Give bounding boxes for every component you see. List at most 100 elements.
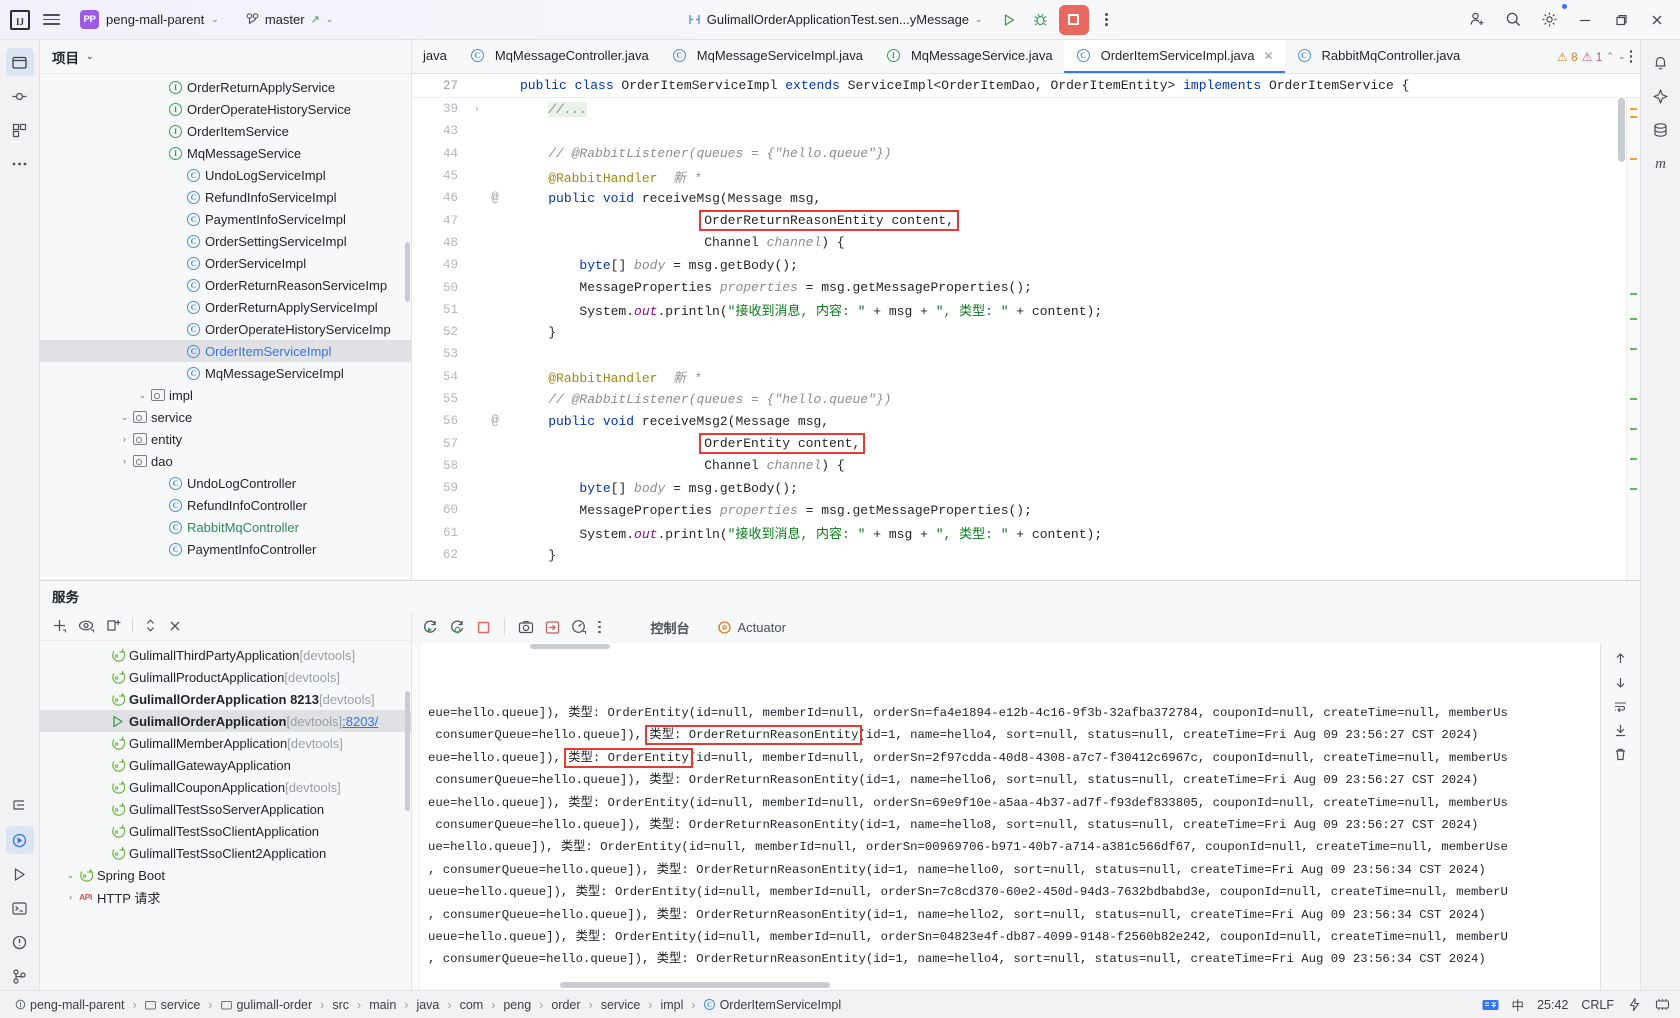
code-line[interactable]: 47 OrderReturnReasonEntity content, xyxy=(412,209,1626,232)
project-tree-item[interactable]: C OrderReturnReasonServiceImp xyxy=(40,274,411,296)
search-everywhere-button[interactable] xyxy=(1496,5,1530,35)
line-number[interactable]: 54 xyxy=(412,370,470,384)
project-tree-item[interactable]: C MqMessageServiceImpl xyxy=(40,362,411,384)
rail-problems-icon[interactable] xyxy=(6,928,34,956)
project-tree-item[interactable]: C UndoLogServiceImpl xyxy=(40,164,411,186)
project-tree-item[interactable]: C OrderOperateHistoryServiceImp xyxy=(40,318,411,340)
service-tree-item[interactable]: ⌄ Spring Boot xyxy=(40,864,411,886)
service-tree-item[interactable]: GulimallTestSsoClient2Application xyxy=(40,842,411,864)
line-number[interactable]: 62 xyxy=(412,548,470,562)
project-tree-item[interactable]: ⌄ impl xyxy=(40,384,411,406)
service-tree-item[interactable]: › API HTTP 请求 xyxy=(40,886,411,908)
chevron-right-icon[interactable]: › xyxy=(64,892,77,902)
project-tree-item[interactable]: › entity xyxy=(40,428,411,450)
service-tree-item[interactable]: GulimallCouponApplication [devtools] xyxy=(40,776,411,798)
close-services-icon[interactable] xyxy=(168,619,182,633)
service-tree-item[interactable]: GulimallOrderApplication 8213 [devtools] xyxy=(40,688,411,710)
ime-language-label[interactable]: 中 xyxy=(1512,995,1525,1014)
project-tree-item[interactable]: ⌄ service xyxy=(40,406,411,428)
chevron-down-icon[interactable]: ⌄ xyxy=(86,51,94,62)
line-number[interactable]: 52 xyxy=(412,325,470,339)
project-tree-item[interactable]: I MqMessageService xyxy=(40,142,411,164)
breadcrumb-item[interactable]: src xyxy=(328,996,353,1014)
caret-position[interactable]: 25:42 xyxy=(1537,998,1568,1012)
fold-marker[interactable]: › xyxy=(470,104,484,114)
code-line[interactable]: 44 // @RabbitListener(queues = {"hello.q… xyxy=(412,143,1626,165)
chevron-right-icon[interactable]: › xyxy=(118,434,131,444)
service-tree-item[interactable]: GulimallOrderApplication [devtools] :820… xyxy=(40,710,411,732)
expand-collapse-icon[interactable] xyxy=(144,618,157,633)
line-number[interactable]: 56 xyxy=(412,414,470,428)
code-line[interactable]: 39 › //... xyxy=(412,98,1626,120)
editor-error-stripe[interactable] xyxy=(1626,98,1640,580)
project-selector[interactable]: PP peng-mall-parent ⌄ xyxy=(73,7,226,32)
service-tree-item[interactable]: GulimallTestSsoServerApplication xyxy=(40,798,411,820)
code-viewport[interactable]: 39 › //... 43 44 // @RabbitListener(queues … xyxy=(412,98,1640,580)
editor-tab[interactable]: C MqMessageServiceImpl.java xyxy=(660,40,874,73)
breadcrumb-item[interactable]: impl xyxy=(656,996,687,1014)
soft-wrap-icon[interactable] xyxy=(1613,699,1628,714)
line-number[interactable]: 50 xyxy=(412,281,470,295)
code-line[interactable]: 48 Channel channel) { xyxy=(412,232,1626,254)
chevron-right-icon[interactable]: › xyxy=(118,456,131,466)
rail-structure-tree-icon[interactable] xyxy=(6,792,34,820)
close-tab-icon[interactable]: ✕ xyxy=(1263,49,1273,63)
power-save-icon[interactable] xyxy=(1627,997,1642,1012)
gutter-icon[interactable]: @ xyxy=(484,191,506,205)
settings-button[interactable] xyxy=(1532,2,1568,35)
code-line[interactable]: 62 } xyxy=(412,544,1626,566)
project-tree-item[interactable]: C PaymentInfoController xyxy=(40,538,411,560)
rail-terminal-icon[interactable] xyxy=(6,894,34,922)
scroll-to-end-icon[interactable] xyxy=(1613,723,1628,738)
minimize-button[interactable] xyxy=(1568,5,1602,35)
show-hide-service-icon[interactable] xyxy=(78,618,95,633)
stop-button[interactable] xyxy=(1058,4,1089,35)
line-number[interactable]: 39 xyxy=(412,102,470,116)
line-number[interactable]: 47 xyxy=(412,214,470,228)
scroll-up-icon[interactable] xyxy=(1613,651,1628,666)
line-number[interactable]: 55 xyxy=(412,392,470,406)
chevron-down-icon[interactable]: ⌄ xyxy=(118,412,131,423)
project-tree-item[interactable]: C PaymentInfoServiceImpl xyxy=(40,208,411,230)
project-tree-item[interactable]: C OrderServiceImpl xyxy=(40,252,411,274)
line-number[interactable]: 53 xyxy=(412,347,470,361)
more-run-options-button[interactable] xyxy=(1093,6,1121,34)
code-line[interactable]: 61 System.out.println("接收到消息, 内容: " + ms… xyxy=(412,522,1626,544)
breadcrumb-item[interactable]: peng xyxy=(499,996,535,1014)
add-service-icon[interactable] xyxy=(52,618,67,633)
project-tree-item[interactable]: C RabbitMqController xyxy=(40,516,411,538)
more-vertical-icon[interactable] xyxy=(1629,50,1632,63)
line-number[interactable]: 60 xyxy=(412,503,470,517)
breadcrumb-item[interactable]: C OrderItemServiceImpl xyxy=(700,996,846,1014)
tab-console[interactable]: 控制台 xyxy=(643,615,698,640)
line-number[interactable]: 44 xyxy=(412,147,470,161)
breadcrumb-item[interactable]: java xyxy=(412,996,443,1014)
warning-count-badge[interactable]: ⚠ 8 xyxy=(1557,50,1578,64)
rail-more-icon[interactable] xyxy=(6,150,34,178)
breadcrumb-item[interactable]: peng-mall-parent xyxy=(10,996,129,1014)
editor-tab[interactable]: java xyxy=(412,40,458,73)
maximize-button[interactable] xyxy=(1604,5,1638,35)
line-number[interactable]: 43 xyxy=(412,124,470,138)
profiler-icon[interactable] xyxy=(571,619,587,635)
project-tree-scrollbar[interactable] xyxy=(405,242,410,302)
code-line[interactable]: 60 MessageProperties properties = msg.ge… xyxy=(412,499,1626,521)
breadcrumb-item[interactable]: main xyxy=(365,996,400,1014)
service-tree-item[interactable]: GulimallProductApplication [devtools] xyxy=(40,666,411,688)
project-tree-item[interactable]: › dao xyxy=(40,450,411,472)
editor-tab[interactable]: C RabbitMqController.java xyxy=(1285,40,1472,73)
line-separator[interactable]: CRLF xyxy=(1581,998,1614,1012)
ime-indicator-icon[interactable] xyxy=(1482,998,1499,1012)
line-number[interactable]: 45 xyxy=(412,169,470,183)
breadcrumb-item[interactable]: service xyxy=(141,996,205,1014)
new-tab-icon[interactable] xyxy=(106,618,121,633)
stop-console-icon[interactable] xyxy=(476,620,491,635)
code-line[interactable]: 46 @ public void receiveMsg(Message msg, xyxy=(412,187,1626,209)
project-tree-item[interactable]: C OrderItemServiceImpl xyxy=(40,340,411,362)
scroll-down-icon[interactable] xyxy=(1613,675,1628,690)
debug-button[interactable] xyxy=(1027,6,1055,34)
chevron-down-icon[interactable]: ⌄ xyxy=(1618,51,1626,62)
close-window-button[interactable] xyxy=(1640,5,1674,35)
service-tree-item[interactable]: GulimallThirdPartyApplication [devtools] xyxy=(40,644,411,666)
rail-database-icon[interactable] xyxy=(1647,116,1675,144)
